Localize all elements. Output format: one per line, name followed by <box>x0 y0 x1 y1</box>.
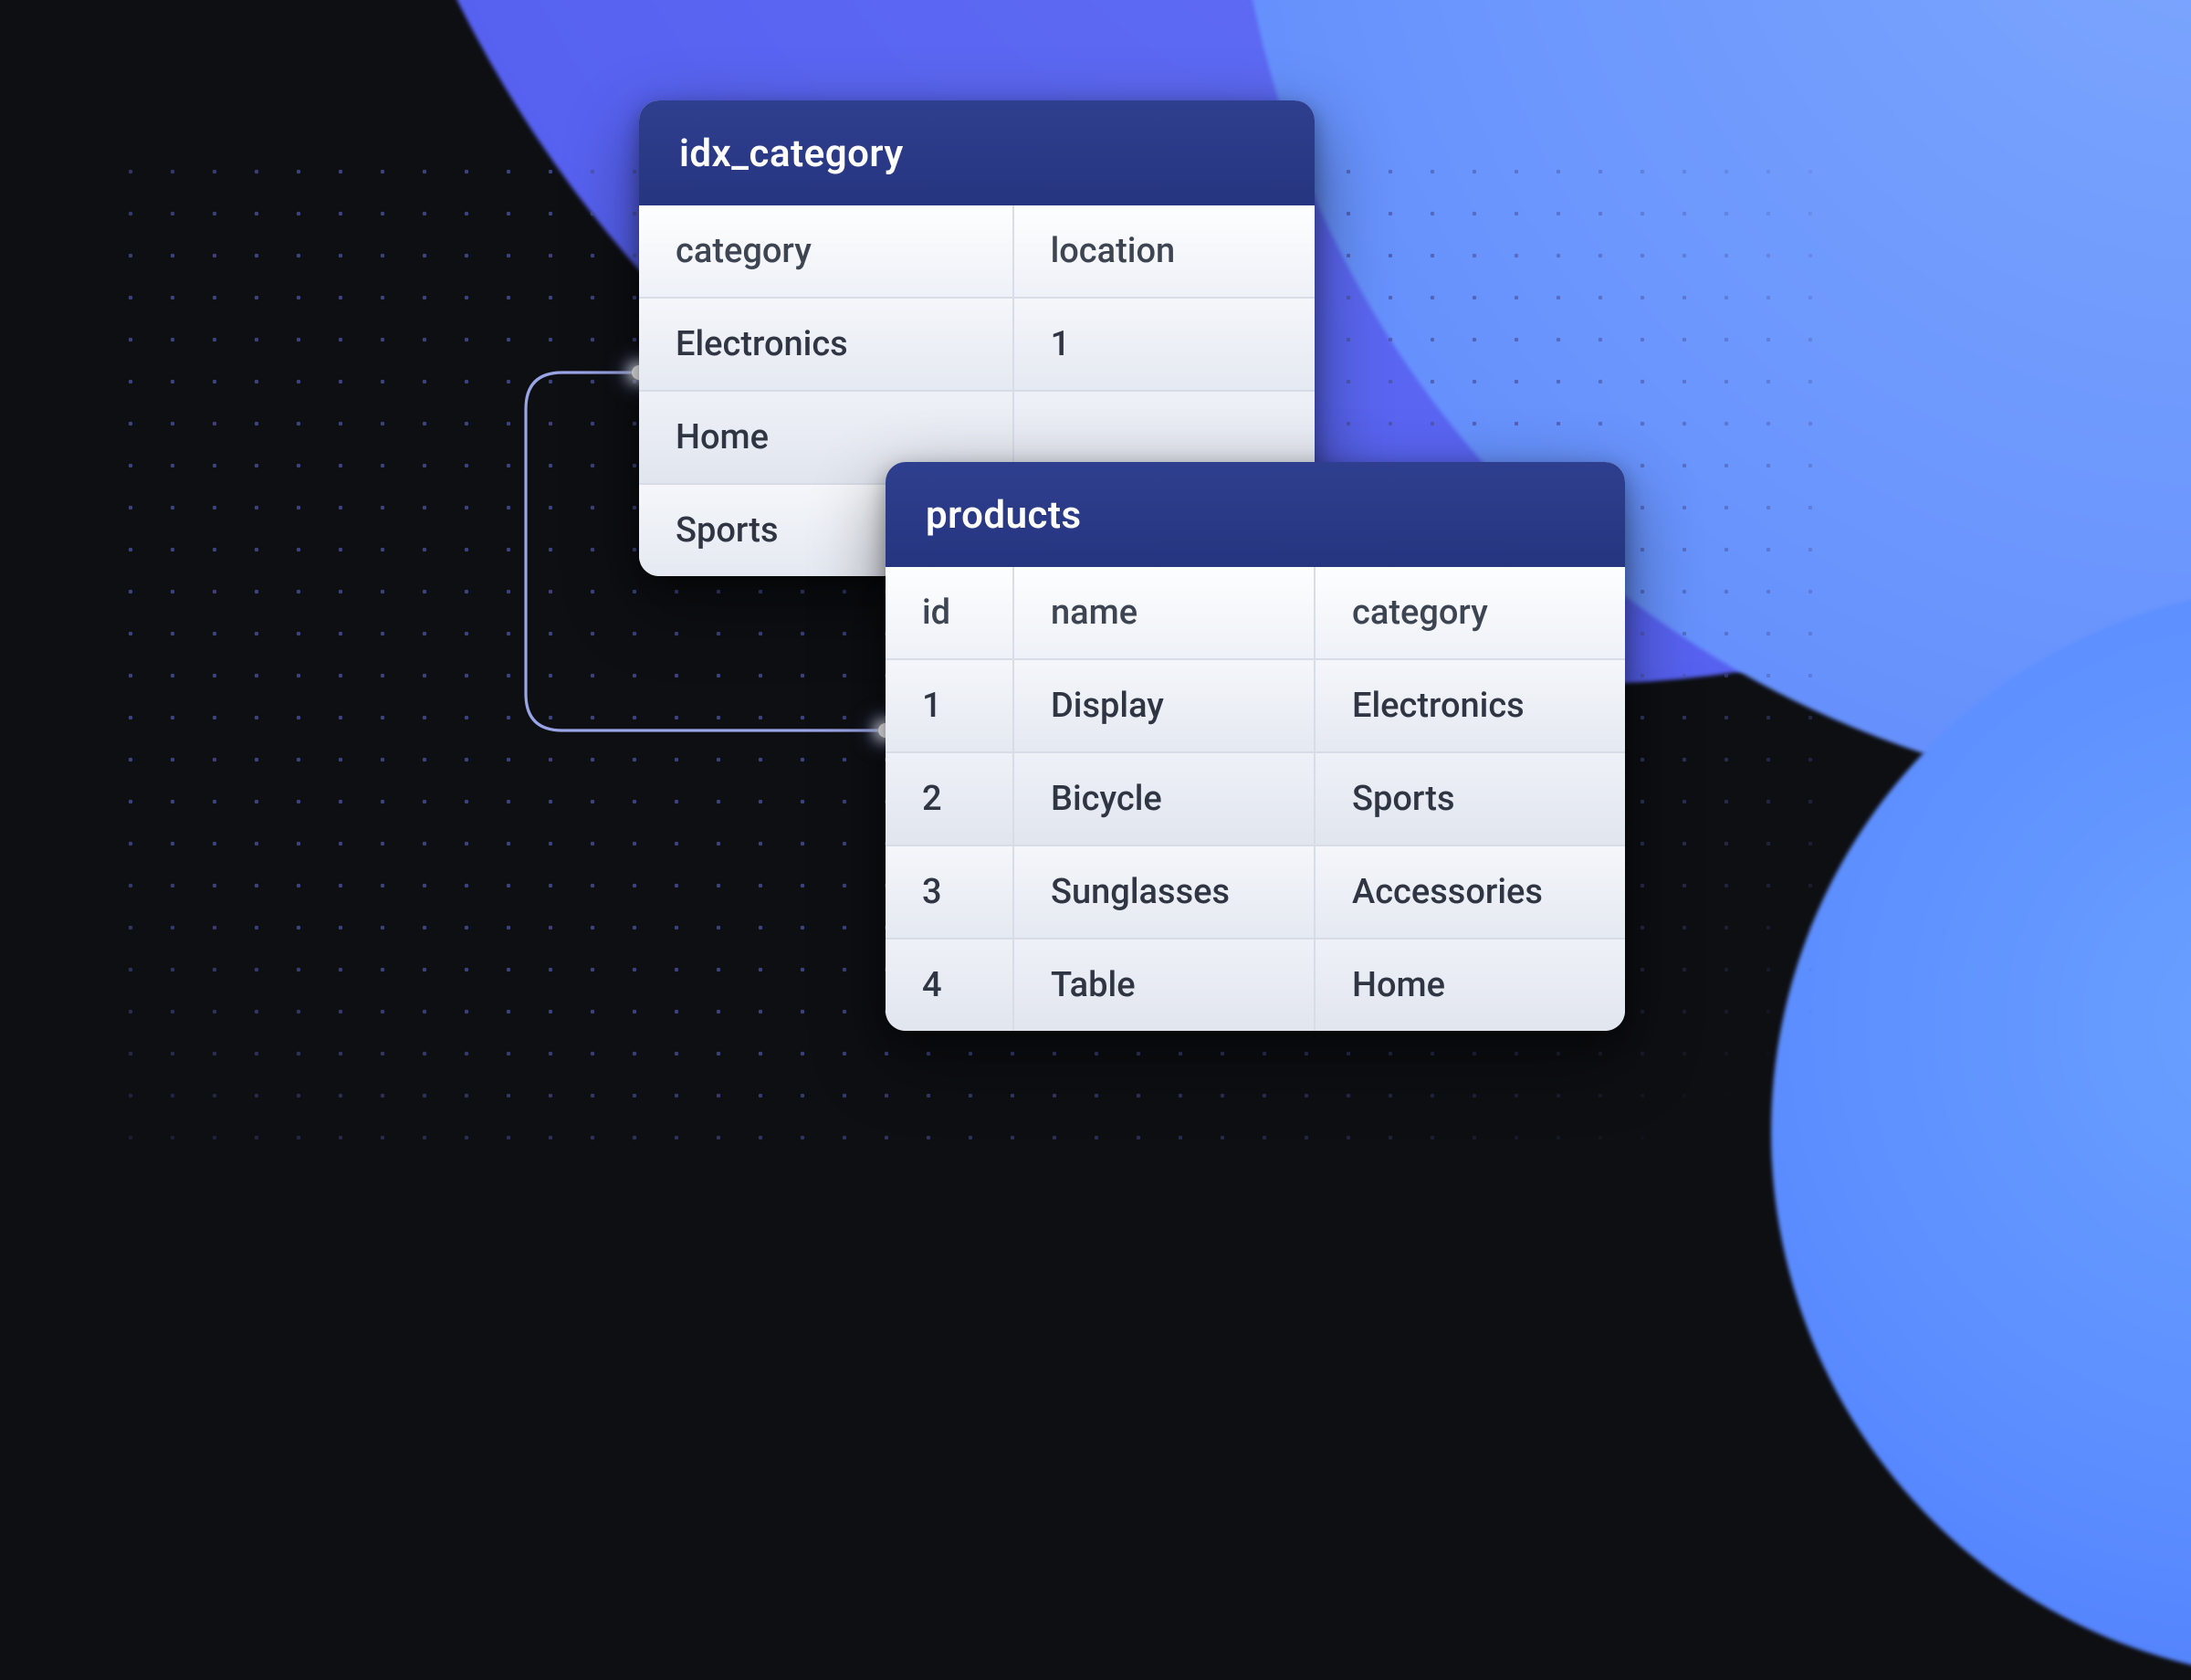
cell: Table <box>1013 939 1315 1031</box>
column-header: id <box>886 567 1013 659</box>
column-header: location <box>1013 205 1315 298</box>
table-header-row: id name category <box>886 567 1625 659</box>
table-row: 4 Table Home <box>886 939 1625 1031</box>
table-row: 2 Bicycle Sports <box>886 752 1625 845</box>
table-title: products <box>886 462 1625 567</box>
cell: 1 <box>886 659 1013 752</box>
cell: Accessories <box>1315 845 1625 939</box>
table-grid: id name category 1 Display Electronics 2… <box>886 567 1625 1031</box>
cell: 2 <box>886 752 1013 845</box>
table-row: Electronics 1 <box>639 298 1315 391</box>
table-row: 3 Sunglasses Accessories <box>886 845 1625 939</box>
cell: 1 <box>1013 298 1315 391</box>
table-header-row: category location <box>639 205 1315 298</box>
table-title: idx_category <box>639 100 1315 205</box>
bg-blob-3 <box>1771 584 2191 1680</box>
column-header: category <box>639 205 1013 298</box>
column-header: category <box>1315 567 1625 659</box>
table-row: 1 Display Electronics <box>886 659 1625 752</box>
cell: Sports <box>1315 752 1625 845</box>
cell: 3 <box>886 845 1013 939</box>
table-card-products: products id name category 1 Display Elec… <box>886 462 1625 1031</box>
column-header: name <box>1013 567 1315 659</box>
cell: Home <box>1315 939 1625 1031</box>
cell: Electronics <box>639 298 1013 391</box>
cell: Electronics <box>1315 659 1625 752</box>
cell: 4 <box>886 939 1013 1031</box>
cell: Bicycle <box>1013 752 1315 845</box>
cell: Display <box>1013 659 1315 752</box>
cell: Sunglasses <box>1013 845 1315 939</box>
